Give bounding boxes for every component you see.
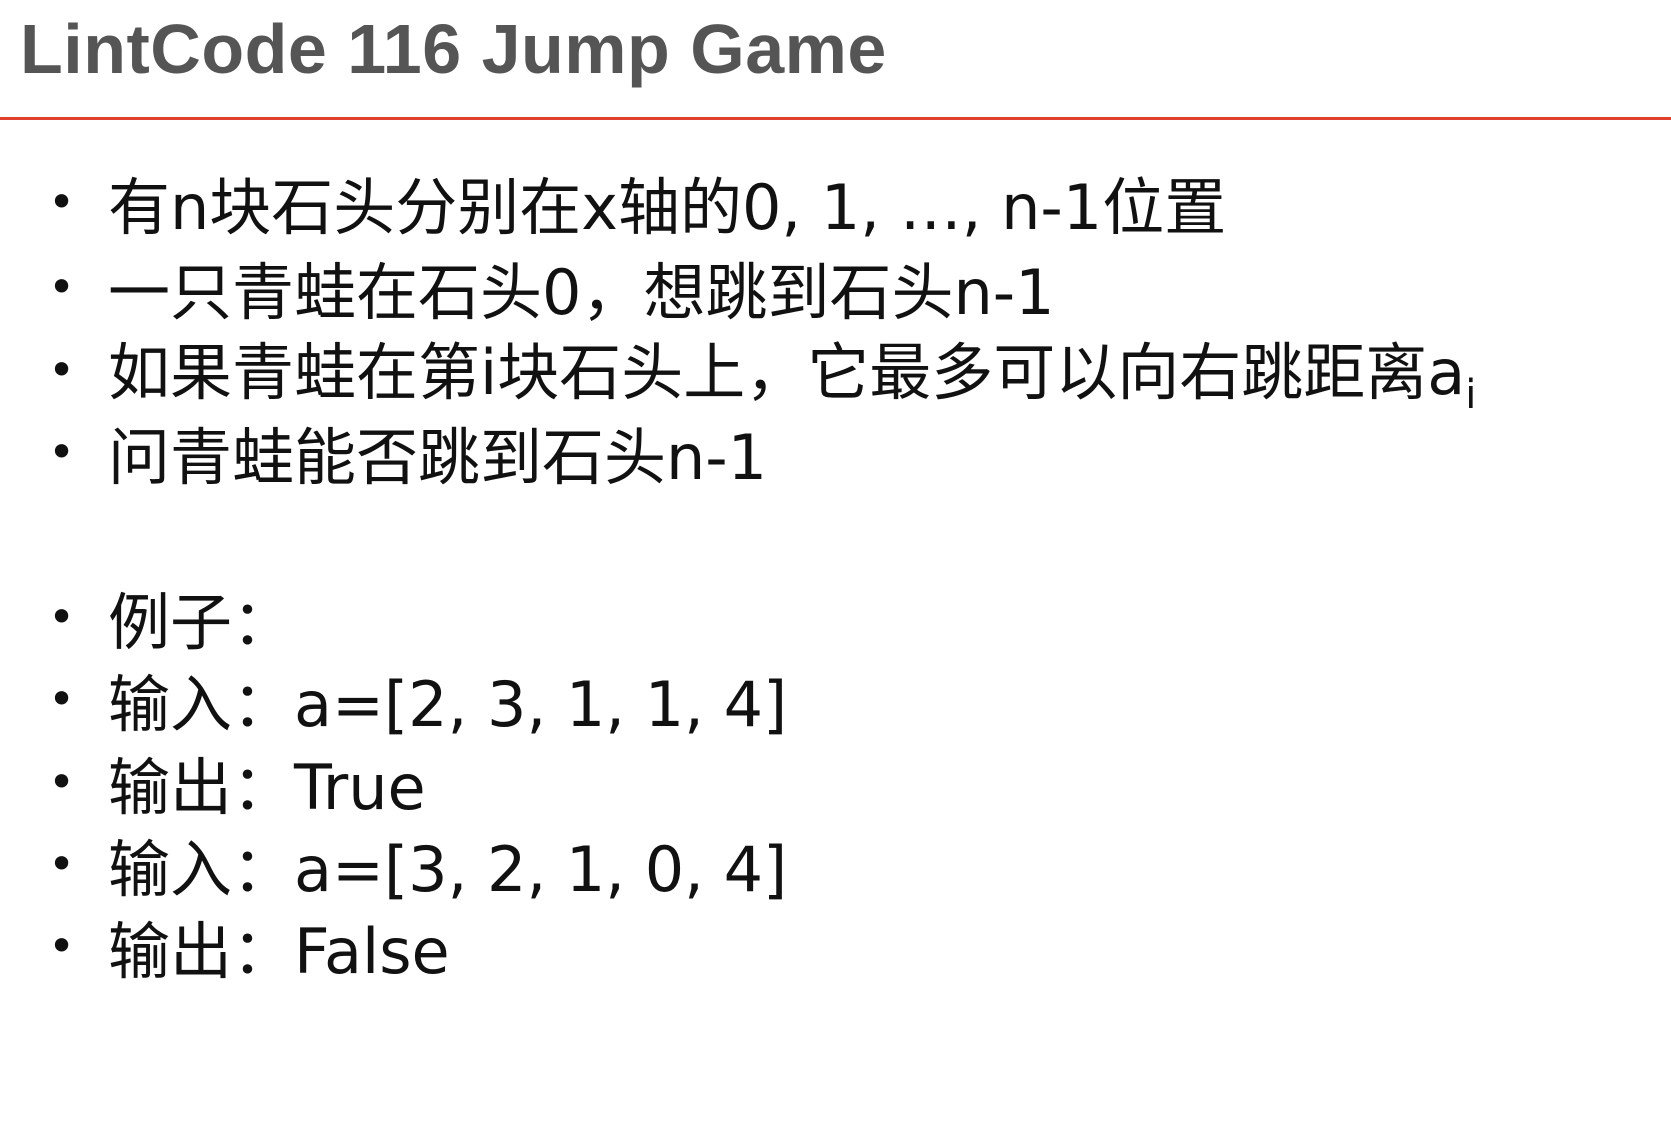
bullet-text: 输入：a=[2, 3, 1, 1, 4] — [108, 668, 788, 741]
slide-title: LintCode 116 Jump Game — [20, 10, 887, 88]
bullet-text: 问青蛙能否跳到石头n-1 — [108, 421, 768, 494]
bullet-item-jump-distance: • 如果青蛙在第i块石头上，它最多可以向右跳距离ai — [48, 330, 1476, 418]
bullet-item-output-2: • 输出：False — [48, 906, 450, 988]
bullet-dot: • — [48, 919, 76, 973]
bullet-dot: • — [48, 343, 76, 397]
bullet-item-frog-start: • 一只青蛙在石头0，想跳到石头n-1 — [48, 247, 1055, 329]
bullet-text: 一只青蛙在石头0，想跳到石头n-1 — [108, 256, 1055, 329]
bullet-text: 输出：True — [108, 751, 426, 824]
bullet-item-input-2: • 输入：a=[3, 2, 1, 0, 4] — [48, 824, 787, 906]
bullet-dot: • — [48, 175, 76, 229]
bullet-dot: • — [48, 672, 76, 726]
bullet-item-output-1: • 输出：True — [48, 742, 426, 824]
bullet-item-example-heading: • 例子： — [48, 577, 294, 659]
bullet-item-input-1: • 输入：a=[2, 3, 1, 1, 4] — [48, 659, 787, 741]
bullet-item-question: • 问青蛙能否跳到石头n-1 — [48, 412, 767, 494]
bullet-dot: • — [48, 260, 76, 314]
bullet-dot: • — [48, 755, 76, 809]
bullet-text: 有n块石头分别在x轴的0, 1, …, n-1位置 — [108, 171, 1227, 244]
bullet-item-stones: • 有n块石头分别在x轴的0, 1, …, n-1位置 — [48, 162, 1226, 244]
bullet-text: 如果青蛙在第i块石头上，它最多可以向右跳距离a — [108, 336, 1466, 409]
subscript-i: i — [1465, 372, 1477, 418]
bullet-dot: • — [48, 425, 76, 479]
bullet-text: 输入：a=[3, 2, 1, 0, 4] — [108, 833, 788, 906]
bullet-dot: • — [48, 590, 76, 644]
bullet-text: 输出：False — [108, 915, 450, 988]
title-divider — [0, 117, 1671, 120]
bullet-text-with-subscript: 如果青蛙在第i块石头上，它最多可以向右跳距离ai — [108, 322, 1476, 418]
bullet-text: 例子： — [108, 586, 295, 659]
bullet-dot: • — [48, 837, 76, 891]
